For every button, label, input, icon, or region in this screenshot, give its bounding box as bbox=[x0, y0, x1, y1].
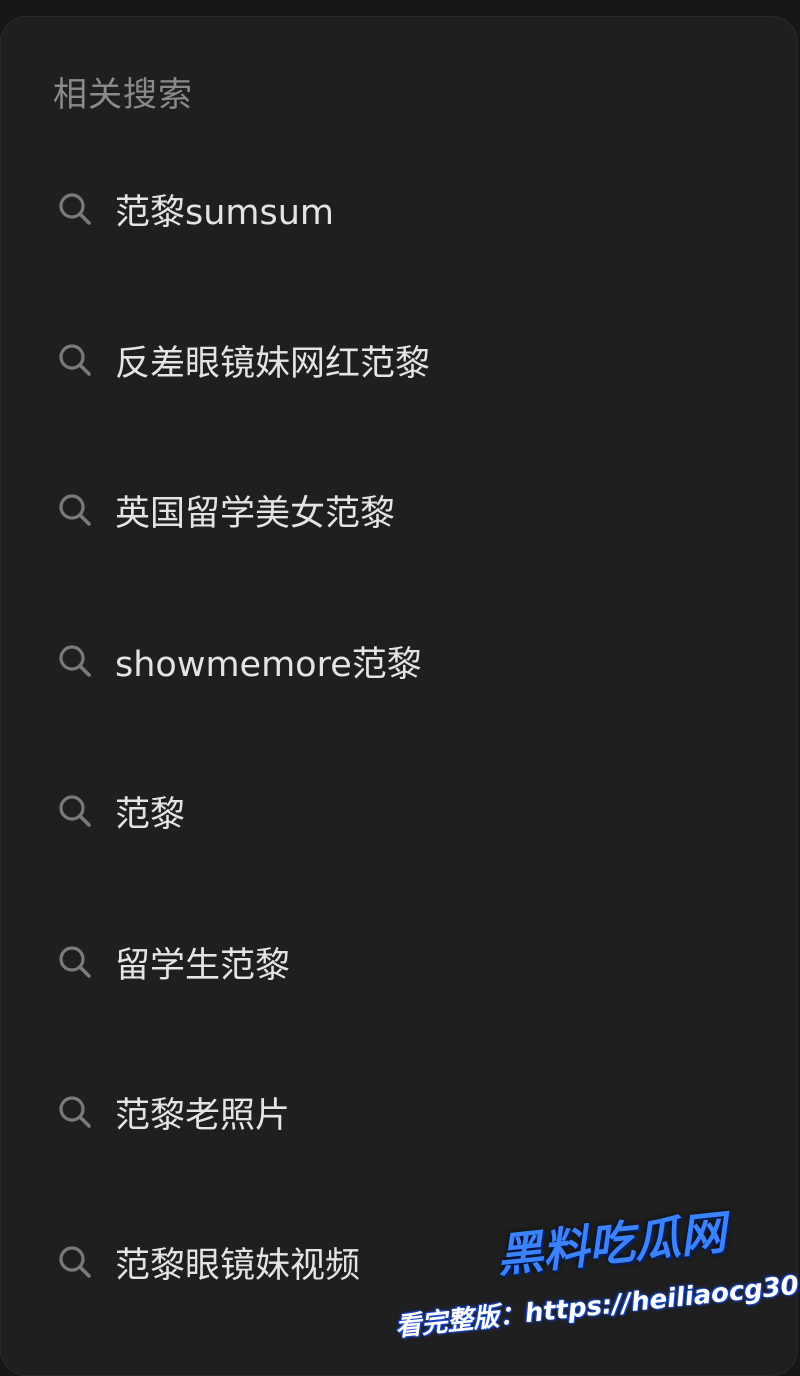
search-suggestion-5[interactable]: 范黎 bbox=[53, 781, 185, 841]
suggestion-label: 范黎老照片 bbox=[115, 1095, 291, 1136]
suggestion-label: showmemore范黎 bbox=[115, 644, 422, 685]
suggestion-label: 英国留学美女范黎 bbox=[115, 493, 396, 534]
search-icon bbox=[53, 1090, 97, 1134]
search-icon bbox=[53, 789, 97, 833]
search-icon bbox=[53, 1240, 97, 1284]
suggestion-label: 反差眼镜妹网红范黎 bbox=[115, 343, 431, 384]
search-suggestion-6[interactable]: 留学生范黎 bbox=[53, 932, 290, 992]
search-suggestion-3[interactable]: 英国留学美女范黎 bbox=[53, 480, 395, 540]
suggestion-label: 范黎 bbox=[115, 794, 186, 835]
related-search-panel: 相关搜索 范黎sumsum 反差眼镜妹网红范黎 英国留学美女范黎 showmem… bbox=[0, 16, 798, 1376]
suggestion-label: 范黎sumsum bbox=[115, 192, 335, 233]
search-suggestion-2[interactable]: 反差眼镜妹网红范黎 bbox=[53, 330, 430, 390]
search-suggestion-7[interactable]: 范黎老照片 bbox=[53, 1082, 290, 1142]
search-icon bbox=[53, 338, 97, 382]
search-icon bbox=[53, 488, 97, 532]
search-suggestion-8[interactable]: 范黎眼镜妹视频 bbox=[53, 1232, 360, 1292]
search-icon bbox=[53, 187, 97, 231]
search-icon bbox=[53, 940, 97, 984]
section-title: 相关搜索 bbox=[53, 75, 193, 115]
search-icon bbox=[53, 639, 97, 683]
suggestion-label: 范黎眼镜妹视频 bbox=[115, 1245, 361, 1286]
search-suggestion-4[interactable]: showmemore范黎 bbox=[53, 631, 422, 691]
search-suggestion-1[interactable]: 范黎sumsum bbox=[53, 179, 334, 239]
suggestion-label: 留学生范黎 bbox=[115, 945, 291, 986]
